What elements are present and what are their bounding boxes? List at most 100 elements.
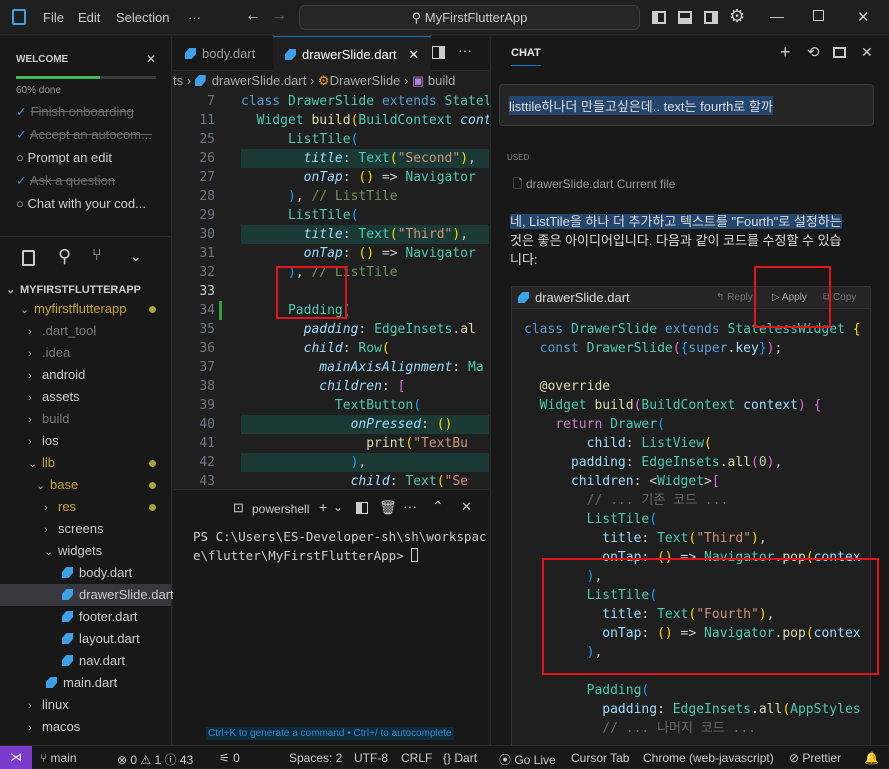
tree-item[interactable]: › assets xyxy=(28,389,80,404)
tree-item[interactable]: › .idea xyxy=(28,345,70,360)
terminal-more-icon[interactable]: ··· xyxy=(403,498,417,514)
problems-indicator[interactable]: ⊗ 0 ⚠ 1 ⓘ 43 xyxy=(117,751,193,768)
tree-item[interactable]: › macos xyxy=(28,719,80,734)
new-terminal-icon[interactable]: + xyxy=(319,499,327,515)
more-views-chevron-icon[interactable]: ⌄ xyxy=(130,248,142,265)
go-live-button[interactable]: ⦿ Go Live xyxy=(499,751,556,768)
maximize-icon[interactable] xyxy=(813,10,824,21)
toggle-sidebar-icon[interactable] xyxy=(652,11,666,24)
tree-item[interactable]: › screens xyxy=(44,521,104,536)
maximize-chat-icon[interactable] xyxy=(833,47,846,58)
dart-file-icon xyxy=(62,611,73,622)
notifications-bell-icon[interactable]: 🔔 xyxy=(864,751,879,765)
tree-item[interactable]: body.dart xyxy=(52,565,132,580)
split-terminal-icon[interactable] xyxy=(356,502,368,514)
close-icon[interactable]: ✕ xyxy=(857,8,870,26)
line-number: 7 xyxy=(207,94,215,109)
file-icon: 🗋 xyxy=(513,177,523,191)
breadcrumb-item[interactable]: drawerSlide.dart xyxy=(212,73,307,88)
search-view-icon[interactable]: ⚲ xyxy=(58,246,71,267)
title-bar: File Edit Selection ··· ← → ⚲ MyFirstFlu… xyxy=(0,0,889,35)
onboarding-item[interactable]: ✓ Accept an autocom... xyxy=(16,127,152,143)
tab-close-icon[interactable]: ✕ xyxy=(408,47,419,62)
tree-item[interactable]: ⌄ myfirstflutterapp xyxy=(20,301,126,316)
toggle-auxbar-icon[interactable] xyxy=(704,11,718,24)
terminal-line: e\flutter\MyFirstFlutterApp> xyxy=(193,548,412,563)
tab-drawer-slide-dart[interactable]: drawerSlide.dart ✕ xyxy=(273,36,432,71)
new-chat-icon[interactable]: + xyxy=(780,42,791,63)
breadcrumb-item[interactable]: ts xyxy=(173,73,183,88)
reply-button[interactable]: ↰ Reply xyxy=(716,292,753,303)
close-onboarding-icon[interactable]: ✕ xyxy=(146,52,156,66)
menu-more[interactable]: ··· xyxy=(188,10,201,25)
editor-more-icon[interactable]: ··· xyxy=(458,42,472,58)
language-label: Dart xyxy=(454,751,478,765)
kill-terminal-icon[interactable]: 🗑 xyxy=(379,499,397,516)
menu-edit[interactable]: Edit xyxy=(78,10,100,25)
line-number: 34 xyxy=(199,303,215,318)
terminal-dropdown-icon[interactable]: ⌄ xyxy=(333,500,343,514)
minimize-icon[interactable]: — xyxy=(770,8,784,24)
tree-item[interactable]: › .dart_tool xyxy=(28,323,96,338)
tree-item[interactable]: nav.dart xyxy=(52,653,125,668)
tree-item[interactable]: ⌄ lib xyxy=(28,455,55,470)
device-status[interactable]: Chrome (web-javascript) xyxy=(643,751,774,765)
terminal-output[interactable]: PS C:\Users\ES-Developer-sh\sh\workspac … xyxy=(193,527,487,565)
close-chat-icon[interactable]: ✕ xyxy=(861,44,873,61)
tree-item[interactable]: › build xyxy=(28,411,69,426)
settings-gear-icon[interactable]: ⚙ xyxy=(729,6,745,27)
back-arrow-icon[interactable]: ← xyxy=(245,7,261,25)
terminal-name[interactable]: powershell xyxy=(252,502,309,516)
chevron-right-icon: › xyxy=(28,436,32,448)
prettier-status[interactable]: ⊘ Prettier xyxy=(789,751,841,765)
ports-count: 0 xyxy=(233,751,240,765)
tree-item[interactable]: › ios xyxy=(28,433,59,448)
tree-item[interactable]: layout.dart xyxy=(52,631,140,646)
line-number: 40 xyxy=(199,417,215,432)
cursor-tab-status[interactable]: Cursor Tab xyxy=(571,751,629,765)
onboarding-item[interactable]: ✓ Ask a question xyxy=(16,173,115,189)
split-editor-icon[interactable] xyxy=(432,46,445,59)
tree-item[interactable]: ⌄ widgets xyxy=(44,543,102,558)
used-label: USED xyxy=(507,153,530,162)
onboarding-item[interactable]: ✓ Finish onboarding xyxy=(16,104,134,120)
remote-indicator-icon[interactable]: ⋊ xyxy=(0,746,32,769)
tree-item[interactable]: ⌄ base xyxy=(36,477,78,492)
tree-item[interactable]: › res xyxy=(44,499,76,514)
ports-indicator[interactable]: ⚟ 0 xyxy=(219,751,240,765)
breadcrumb-item[interactable]: DrawerSlide xyxy=(330,73,401,88)
forward-arrow-icon[interactable]: → xyxy=(271,7,287,25)
tab-body-dart[interactable]: body.dart xyxy=(173,36,267,71)
onboarding-item[interactable]: ○ Prompt an edit xyxy=(16,150,112,165)
command-search-box[interactable]: ⚲ MyFirstFlutterApp xyxy=(299,5,640,30)
git-branch[interactable]: ⑂ main xyxy=(40,751,77,765)
tree-item[interactable]: › linux xyxy=(28,697,69,712)
tree-item[interactable]: › android xyxy=(28,367,85,382)
menu-selection[interactable]: Selection xyxy=(116,10,169,25)
eol-status[interactable]: CRLF xyxy=(401,751,432,765)
onboarding-item[interactable]: ○ Chat with your cod... xyxy=(16,196,146,211)
language-status[interactable]: {} Dart xyxy=(443,751,477,765)
menu-file[interactable]: File xyxy=(43,10,64,25)
check-icon: ✓ xyxy=(16,173,30,188)
tree-item[interactable]: main.dart xyxy=(36,675,117,690)
tree-item[interactable]: drawerSlide.dart xyxy=(52,587,174,602)
onboarding-item-label: Accept an autocom... xyxy=(29,127,152,142)
used-file-ref[interactable]: 🗋 drawerSlide.dart Current file xyxy=(513,175,675,196)
source-control-icon[interactable]: ⑂ xyxy=(92,247,102,265)
tree-item[interactable]: footer.dart xyxy=(52,609,138,624)
close-panel-icon[interactable]: ✕ xyxy=(461,499,472,515)
dart-file-icon xyxy=(46,677,57,688)
toggle-panel-icon[interactable] xyxy=(678,11,692,24)
maximize-panel-icon[interactable]: ⌃ xyxy=(432,498,444,515)
explorer-root[interactable]: ⌄ MYFIRSTFLUTTERAPP xyxy=(6,283,141,296)
explorer-files-icon[interactable] xyxy=(22,250,35,266)
code-block-content[interactable]: class DrawerSlide extends StatelessWidge… xyxy=(524,320,868,738)
onboarding-progress-track xyxy=(16,76,156,79)
encoding-status[interactable]: UTF-8 xyxy=(354,751,388,765)
indentation-status[interactable]: Spaces: 2 xyxy=(289,751,342,765)
chat-header[interactable]: CHAT xyxy=(511,47,541,66)
breadcrumb-item[interactable]: build xyxy=(428,73,455,88)
user-message-box[interactable]: listtile하나더 만들고싶은데.. text는 fourth로 할까 xyxy=(499,84,874,126)
history-icon[interactable]: ⟲ xyxy=(807,43,820,61)
